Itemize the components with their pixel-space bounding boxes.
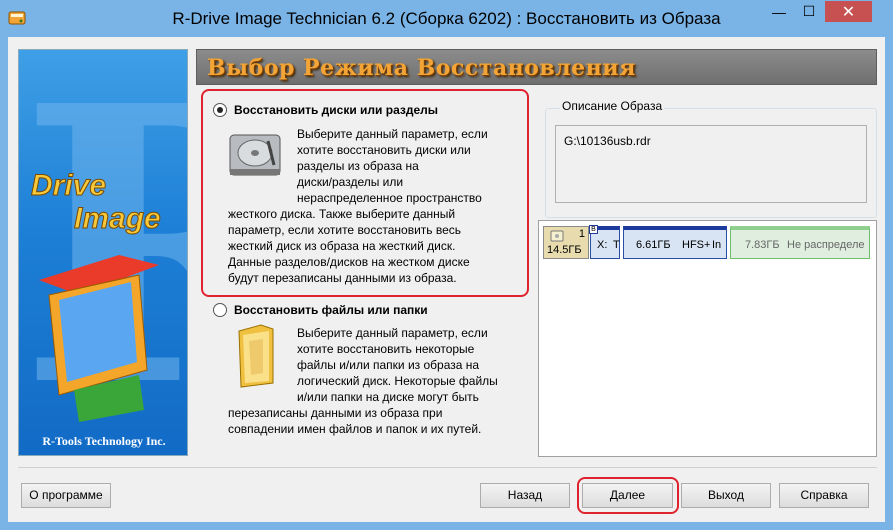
banner-company-name: R-Tools Technology Inc. <box>42 434 166 448</box>
restore-disks-radio[interactable] <box>213 103 227 117</box>
description-line: файлы и/или папки из образа на <box>297 358 480 372</box>
description-line: диски/разделы или <box>297 175 404 189</box>
restore-disks-description: Выберите данный параметр, если хотите во… <box>297 126 527 206</box>
description-line: разделы из образа на <box>297 159 419 173</box>
partition-x[interactable]: B X: T <box>589 225 620 259</box>
description-line: перезаписаны данными из образа при <box>228 406 443 420</box>
window-title: R-Drive Image Technician 6.2 (Сборка 620… <box>172 9 721 28</box>
partition-hfs-size: 6.61ГБ <box>636 239 671 251</box>
wizard-step-title: Выбор Режима Восстановления <box>207 55 636 81</box>
description-line: Выберите данный параметр, если <box>297 326 488 340</box>
restore-files-radio[interactable] <box>213 303 227 317</box>
wizard-step-header: Выбор Режима Восстановления <box>196 49 877 85</box>
footer-separator <box>18 467 877 468</box>
image-description-legend: Описание Образа <box>560 99 665 113</box>
unallocated-label: Не распределе <box>787 239 865 251</box>
restore-disks-description-cont: жесткого диска. Также выберите данный па… <box>228 206 528 286</box>
product-banner: R Drive Image R-Tools Technology Inc. <box>18 49 188 456</box>
disk-1-header[interactable]: 1 14.5ГБ <box>543 226 589 259</box>
close-button[interactable]: ✕ <box>825 1 872 22</box>
partition-unallocated[interactable]: 7.83ГБ Не распределе <box>730 226 870 259</box>
partition-badge: B <box>589 225 598 234</box>
description-line: хотите восстановить некоторые <box>297 342 475 356</box>
description-line: совпадении имен файлов и папок и их путе… <box>228 422 482 436</box>
image-description-box: G:\10136usb.rdr <box>555 125 867 203</box>
description-line: параметр, если хотите восстановить весь <box>228 223 462 237</box>
description-line: логический диск. Некоторые файлы <box>297 374 498 388</box>
folder-icon <box>238 324 274 388</box>
unallocated-size: 7.83ГБ <box>745 239 780 251</box>
restore-files-description: Выберите данный параметр, если хотите во… <box>297 325 529 405</box>
description-line: Выберите данный параметр, если <box>297 127 488 141</box>
restore-files-description-cont: перезаписаны данными из образа при совпа… <box>228 405 528 437</box>
partition-hfs[interactable]: 6.61ГБ HFS+ In <box>623 226 727 259</box>
hard-disk-icon <box>229 134 281 176</box>
next-button[interactable]: Далее <box>582 483 673 508</box>
description-line: и/или папки на диске могут быть <box>297 390 479 404</box>
back-button[interactable]: Назад <box>480 483 570 508</box>
description-line: нераспределенное пространство <box>297 191 482 205</box>
restore-files-label[interactable]: Восстановить файлы или папки <box>234 303 428 317</box>
description-line: Данные разделов/дисков на жестком диске <box>228 255 470 269</box>
r-drive-image-logo: R Drive Image <box>19 50 187 430</box>
maximize-button[interactable]: ☐ <box>795 1 823 22</box>
restore-disks-label[interactable]: Восстановить диски или разделы <box>234 103 438 117</box>
partition-x-label: X: <box>597 239 608 251</box>
disk-small-icon <box>550 230 564 242</box>
logo-drive-text: Drive <box>31 169 106 202</box>
help-button[interactable]: Справка <box>779 483 869 508</box>
disk-number: 1 <box>578 228 585 240</box>
app-window: R-Drive Image Technician 6.2 (Сборка 620… <box>0 0 893 530</box>
logo-image-text: Image <box>74 202 161 235</box>
exit-button[interactable]: Выход <box>681 483 771 508</box>
description-line: жесткого диска. Также выберите данный <box>228 207 456 221</box>
title-bar[interactable]: R-Drive Image Technician 6.2 (Сборка 620… <box>0 0 893 37</box>
disk-size: 14.5ГБ <box>547 244 582 256</box>
minimize-button[interactable]: — <box>765 1 793 22</box>
description-line: жесткий диск из образа на жесткий диск. <box>228 239 456 253</box>
partition-x-extra: T <box>613 239 620 251</box>
image-path-text: G:\10136usb.rdr <box>564 134 651 148</box>
description-line: будут перезаписаны данными из образа. <box>228 271 457 285</box>
partition-hfs-fs: HFS+ <box>682 239 711 251</box>
about-button[interactable]: О программе <box>21 483 111 508</box>
disk-map-panel: 1 14.5ГБ B X: T 6.61ГБ HFS+ In 7.83ГБ Не… <box>538 220 877 457</box>
description-line: хотите восстановить диски или <box>297 143 471 157</box>
partition-hfs-extra: In <box>712 239 722 251</box>
dialog-client-area: R Drive Image R-Tools Technology Inc. Вы… <box>8 37 885 522</box>
